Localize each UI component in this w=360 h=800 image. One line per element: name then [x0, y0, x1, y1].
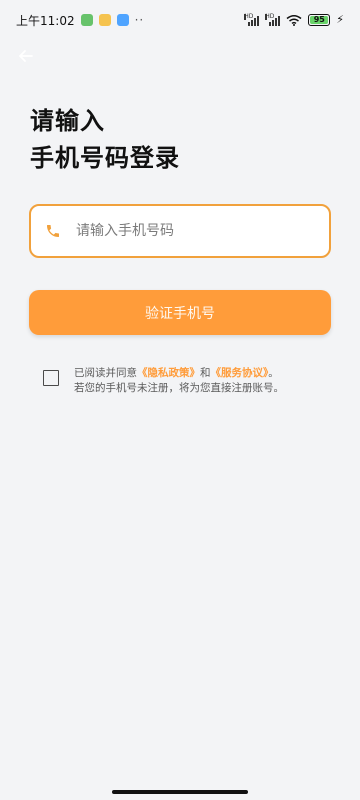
phone-icon — [45, 223, 61, 239]
page-title: 请输入 手机号码登录 — [30, 103, 180, 177]
phone-input-container[interactable] — [29, 204, 331, 258]
back-button[interactable] — [14, 44, 38, 68]
notification-gallery-icon — [116, 14, 129, 26]
agreement-line-1: 已阅读并同意《隐私政策》和《服务协议》。 — [74, 366, 314, 381]
battery-level: 95 — [313, 15, 325, 24]
service-agreement-link[interactable]: 《服务协议》 — [211, 367, 269, 379]
agreement-suffix: 。 — [268, 367, 279, 379]
notification-message-icon — [98, 14, 111, 26]
agreement-and: 和 — [200, 367, 211, 379]
charging-icon: ⚡ — [336, 13, 344, 26]
notification-app-icon — [80, 14, 93, 26]
agreement-checkbox[interactable] — [43, 370, 59, 386]
home-indicator[interactable] — [112, 790, 248, 794]
registration-note: 若您的手机号未注册，将为您直接注册账号。 — [74, 382, 284, 394]
status-bar: 上午11:02 ·· HD HD 95 ⚡ — [0, 0, 360, 40]
status-left: 上午11:02 ·· — [16, 12, 144, 29]
back-arrow-icon — [19, 50, 33, 62]
agreement-prefix: 已阅读并同意 — [74, 367, 137, 379]
title-line-1: 请输入 — [30, 107, 105, 135]
status-right: HD HD 95 ⚡ — [244, 14, 344, 26]
signal-icon-secondary: HD — [265, 13, 281, 26]
hd-label: HD — [244, 13, 254, 20]
status-time: 上午11:02 — [16, 13, 75, 28]
hd-label-secondary: HD — [265, 13, 275, 20]
wifi-icon — [286, 15, 302, 26]
signal-icon: HD — [244, 13, 260, 26]
agreement-text: 已阅读并同意《隐私政策》和《服务协议》。 若您的手机号未注册，将为您直接注册账号… — [74, 366, 314, 396]
agreement-section: 已阅读并同意《隐私政策》和《服务协议》。 若您的手机号未注册，将为您直接注册账号… — [43, 366, 333, 396]
phone-number-input[interactable] — [74, 222, 308, 240]
title-line-2: 手机号码登录 — [30, 144, 180, 172]
privacy-policy-link[interactable]: 《隐私政策》 — [137, 367, 200, 379]
battery-icon: 95 — [308, 14, 331, 26]
more-notifications-indicator: ·· — [134, 13, 145, 27]
verify-phone-button[interactable]: 验证手机号 — [29, 290, 331, 335]
